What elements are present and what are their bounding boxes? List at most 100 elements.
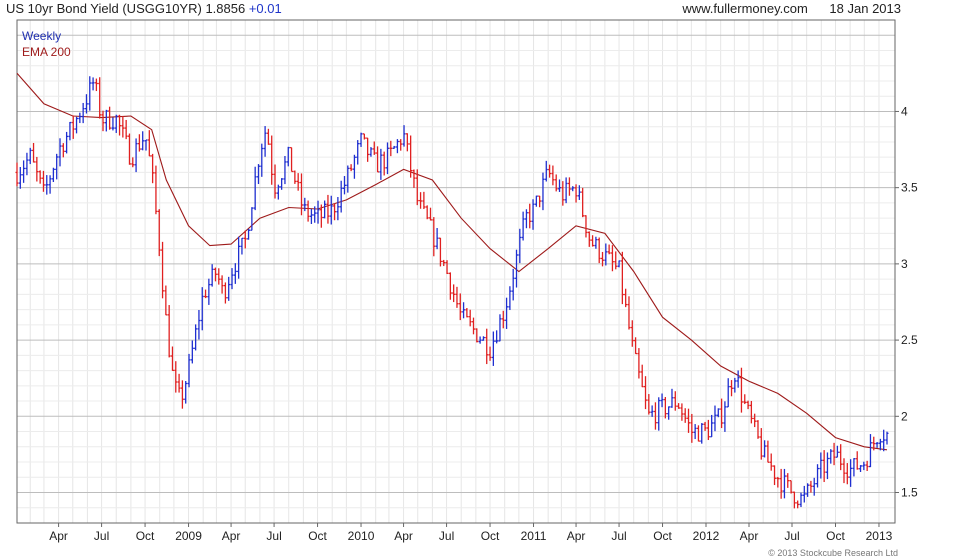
weekly-bar: [792, 491, 796, 509]
weekly-bar: [736, 370, 740, 388]
weekly-bar: [184, 381, 188, 404]
weekly-bar: [660, 393, 664, 408]
weekly-bar: [713, 405, 717, 432]
ema-layer: [16, 72, 888, 451]
weekly-bar: [859, 465, 863, 472]
weekly-bar: [773, 465, 777, 486]
weekly-bar: [730, 380, 734, 397]
x-tick-label: Apr: [222, 529, 241, 543]
weekly-bar: [15, 162, 19, 187]
weekly-bar: [739, 367, 743, 413]
weekly-bar: [45, 175, 49, 195]
weekly-bar: [498, 314, 502, 342]
weekly-bar: [766, 440, 770, 463]
weekly-bar: [687, 408, 691, 433]
weekly-bar: [726, 378, 730, 408]
weekly-bar: [690, 413, 694, 443]
weekly-bar: [802, 485, 806, 503]
x-tick-label: 2011: [521, 529, 547, 543]
weekly-bar: [131, 157, 135, 168]
weekly-bar: [680, 403, 684, 421]
weekly-bar: [885, 431, 889, 445]
x-tick-label: Jul: [439, 529, 454, 543]
weekly-bar: [508, 286, 512, 311]
y-tick-label: 1.5: [901, 486, 918, 500]
weekly-bar: [376, 146, 380, 173]
weekly-bar: [567, 177, 571, 196]
weekly-bar: [18, 167, 22, 189]
weekly-bar: [683, 408, 687, 423]
weekly-bar: [591, 235, 595, 247]
x-tick-label: Jul: [94, 529, 109, 543]
weekly-bar: [419, 192, 423, 209]
weekly-bar: [706, 419, 710, 441]
weekly-bar: [389, 140, 393, 157]
weekly-bar: [759, 428, 763, 460]
weekly-bar: [35, 156, 39, 182]
weekly-bar: [402, 125, 406, 147]
weekly-bar: [835, 445, 839, 458]
x-tick-label: Oct: [308, 529, 327, 543]
weekly-bar: [438, 237, 442, 267]
weekly-bar: [217, 268, 221, 285]
y-tick-label: 3.5: [901, 181, 918, 195]
weekly-bar: [538, 195, 542, 208]
weekly-bar: [528, 203, 532, 229]
grid-lines: [17, 20, 895, 523]
weekly-bar: [399, 139, 403, 151]
weekly-bar: [521, 211, 525, 241]
weekly-bar: [849, 459, 853, 487]
weekly-bar: [28, 147, 32, 165]
weekly-bar: [435, 227, 439, 250]
weekly-bar: [352, 154, 356, 179]
weekly-bar: [316, 200, 320, 224]
weekly-bar: [326, 194, 330, 224]
weekly-bar: [839, 444, 843, 471]
weekly-bar: [167, 305, 171, 358]
y-axis-ticks: 1.5 2 2.5 3 3.5 4: [895, 104, 918, 500]
weekly-bar: [161, 241, 165, 299]
weekly-bar: [210, 264, 214, 287]
weekly-bar: [392, 145, 396, 149]
weekly-bar: [240, 237, 244, 255]
x-tick-label: Oct: [481, 529, 500, 543]
weekly-bar: [657, 397, 661, 431]
weekly-bar: [597, 237, 601, 264]
weekly-bar: [422, 191, 426, 210]
weekly-bar: [81, 102, 85, 124]
x-tick-label: Oct: [136, 529, 155, 543]
weekly-bar: [753, 413, 757, 428]
weekly-bar: [177, 373, 181, 393]
weekly-bar: [882, 429, 886, 452]
weekly-bar: [51, 167, 55, 183]
weekly-bar: [640, 364, 644, 388]
weekly-bar: [799, 492, 803, 508]
weekly-bar: [65, 131, 69, 154]
weekly-bar: [862, 461, 866, 471]
weekly-bar: [379, 148, 383, 180]
weekly-bar: [114, 114, 118, 133]
x-tick-label: 2010: [348, 529, 375, 543]
weekly-bar: [194, 324, 198, 351]
weekly-bar: [505, 297, 509, 329]
weekly-bar: [359, 132, 363, 147]
weekly-bar: [472, 317, 476, 335]
weekly-bar: [743, 394, 747, 405]
weekly-bar: [749, 400, 753, 424]
weekly-bar: [91, 77, 95, 91]
weekly-bar: [710, 414, 714, 438]
weekly-bar: [190, 340, 194, 364]
weekly-bar: [624, 288, 628, 308]
weekly-bar: [485, 328, 489, 365]
x-axis-ticks: Apr Jul Oct 2009 Apr Jul Oct 2010 Apr Jul Oct 2011 A…: [49, 523, 893, 543]
weekly-bar: [462, 302, 466, 319]
weekly-bar: [174, 361, 178, 393]
weekly-bar: [137, 134, 141, 152]
weekly-bar: [147, 130, 151, 157]
weekly-bar: [68, 121, 72, 141]
weekly-bar: [395, 139, 399, 154]
y-tick-label: 3: [901, 257, 908, 271]
weekly-bar: [614, 251, 618, 270]
weekly-bar: [283, 155, 287, 185]
weekly-bar: [104, 109, 108, 132]
